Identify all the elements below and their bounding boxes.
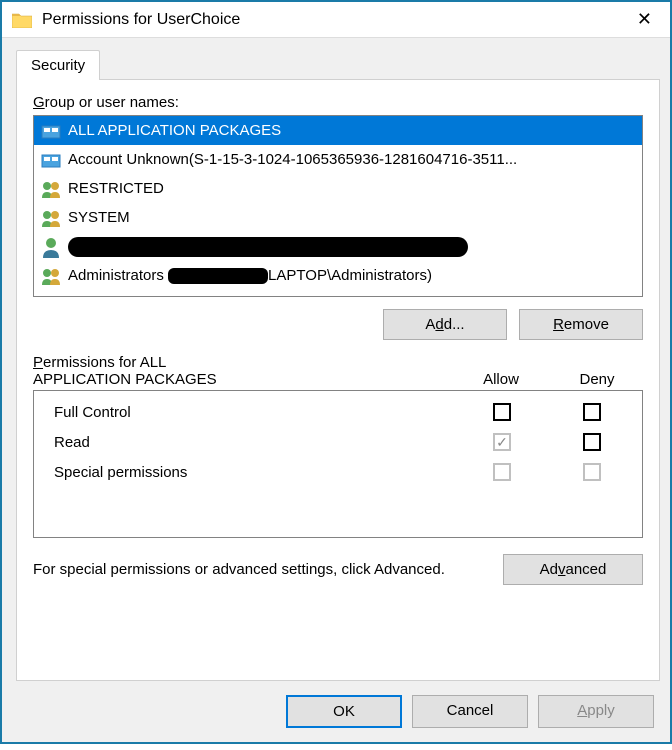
deny-checkbox[interactable] xyxy=(583,403,601,421)
advanced-row: For special permissions or advanced sett… xyxy=(33,554,643,585)
user-label: Account Unknown(S-1-15-3-1024-1065365936… xyxy=(68,151,517,168)
user-item-account-unknown[interactable]: Account Unknown(S-1-15-3-1024-1065365936… xyxy=(34,145,642,174)
user-label: RESTRICTED xyxy=(68,180,164,197)
close-button[interactable]: ✕ xyxy=(629,9,660,30)
deny-checkbox[interactable] xyxy=(583,433,601,451)
permissions-dialog: Permissions for UserChoice ✕ Security Gr… xyxy=(0,0,672,744)
group-icon xyxy=(40,265,62,287)
remove-button[interactable]: Remove xyxy=(519,309,643,340)
dialog-buttons: OK Cancel Apply xyxy=(2,681,670,742)
user-item-system[interactable]: SYSTEM xyxy=(34,203,642,232)
package-icon xyxy=(40,149,62,171)
tab-strip: Security xyxy=(16,50,660,80)
user-label: SYSTEM xyxy=(68,209,130,226)
advanced-text: For special permissions or advanced sett… xyxy=(33,561,483,578)
allow-checkbox[interactable] xyxy=(493,403,511,421)
allow-checkbox xyxy=(493,433,511,451)
tab-content: Group or user names: ALL APPLICATION PAC… xyxy=(16,79,660,681)
advanced-button[interactable]: Advanced xyxy=(503,554,643,585)
window-title: Permissions for UserChoice xyxy=(42,11,629,29)
package-icon xyxy=(40,120,62,142)
permissions-for-label: Permissions for ALLAPPLICATION PACKAGES xyxy=(33,354,451,388)
user-item-restricted[interactable]: RESTRICTED xyxy=(34,174,642,203)
user-label: Administrators LAPTOP\Administrators) xyxy=(68,267,432,284)
ok-button[interactable]: OK xyxy=(286,695,402,728)
perm-name: Read xyxy=(44,434,452,451)
cancel-button[interactable]: Cancel xyxy=(412,695,528,728)
allow-checkbox xyxy=(493,463,511,481)
user-label: ALL APPLICATION PACKAGES xyxy=(68,122,281,139)
user-item-redacted[interactable] xyxy=(34,232,642,261)
group-users-label: Group or user names: xyxy=(33,94,643,111)
tab-security[interactable]: Security xyxy=(16,50,100,80)
apply-button: Apply xyxy=(538,695,654,728)
folder-icon xyxy=(12,12,32,28)
add-button[interactable]: Add... xyxy=(383,309,507,340)
perm-row-full-control: Full Control xyxy=(44,397,632,427)
user-icon xyxy=(40,236,62,258)
permissions-list: Full Control Read Special permissions xyxy=(33,390,643,538)
group-icon xyxy=(40,178,62,200)
redacted-content xyxy=(68,237,468,257)
perm-row-read: Read xyxy=(44,427,632,457)
tab-area: Security Group or user names: ALL APPLIC… xyxy=(2,38,670,681)
deny-checkbox xyxy=(583,463,601,481)
titlebar: Permissions for UserChoice ✕ xyxy=(2,2,670,38)
perm-name: Full Control xyxy=(44,404,452,421)
allow-header: Allow xyxy=(451,371,551,388)
group-icon xyxy=(40,207,62,229)
user-buttons: Add... Remove xyxy=(33,309,643,340)
user-item-all-packages[interactable]: ALL APPLICATION PACKAGES xyxy=(34,116,642,145)
user-item-administrators[interactable]: Administrators LAPTOP\Administrators) xyxy=(34,261,642,290)
perm-name: Special permissions xyxy=(44,464,452,481)
perm-row-special: Special permissions xyxy=(44,457,632,487)
deny-header: Deny xyxy=(551,371,643,388)
users-list[interactable]: ALL APPLICATION PACKAGES Account Unknown… xyxy=(33,115,643,297)
permissions-header: Permissions for ALLAPPLICATION PACKAGES … xyxy=(33,354,643,388)
redacted-content xyxy=(168,268,268,284)
